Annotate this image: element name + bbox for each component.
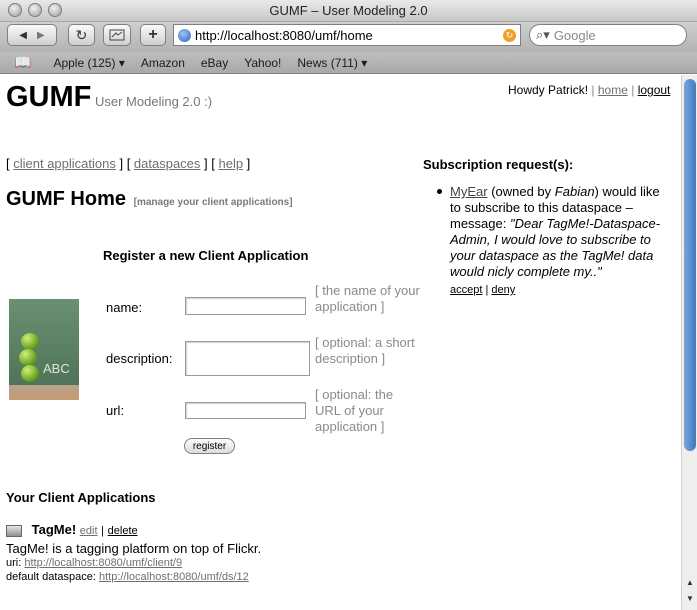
client-app-dataspace-row: default dataspace: http://localhost:8080…	[6, 571, 249, 583]
bookmark-yahoo[interactable]: Yahoo!	[244, 56, 281, 70]
subscriptions-title: Subscription request(s):	[423, 157, 574, 172]
scroll-up-arrow-icon[interactable]: ▲	[682, 575, 697, 589]
greeting-text: Howdy Patrick!	[508, 83, 589, 97]
main-nav: [ client applications ] [ dataspaces ] […	[6, 156, 251, 171]
subscription-request: MyEar (owned by Fabian) would like to su…	[450, 184, 672, 298]
client-app-dataspace-link[interactable]: http://localhost:8080/umf/ds/12	[99, 571, 249, 583]
address-input[interactable]: http://localhost:8080/umf/home	[195, 28, 503, 43]
browser-toolbar: ◀ ▶ ↻ + http://localhost:8080/umf/home ↻…	[0, 22, 697, 52]
globe-icon	[178, 28, 191, 42]
client-app-description: TagMe! is a tagging platform on top of F…	[6, 541, 262, 556]
subscription-actions: accept | deny	[450, 284, 516, 296]
plus-icon: +	[148, 26, 158, 43]
home-link[interactable]: home	[598, 83, 628, 97]
bookmark-amazon[interactable]: Amazon	[141, 56, 185, 70]
client-app-uri-link[interactable]: http://localhost:8080/umf/client/9	[24, 557, 182, 569]
logout-link[interactable]: logout	[638, 83, 671, 97]
bookmarks-bar: 📖 Apple (125) ▾ Amazon eBay Yahoo! News …	[0, 52, 697, 74]
snapback-icon	[109, 29, 125, 41]
manage-apps-link[interactable]: [manage your client applications]	[134, 197, 293, 208]
description-hint: [ optional: a short description ]	[315, 335, 415, 366]
nav-help[interactable]: help	[218, 156, 243, 171]
nav-client-applications[interactable]: client applications	[13, 156, 116, 171]
window-title: GUMF – User Modeling 2.0	[269, 3, 428, 18]
window-titlebar: GUMF – User Modeling 2.0	[0, 0, 697, 22]
user-menu: Howdy Patrick! | home | logout	[508, 83, 671, 97]
search-placeholder: Google	[553, 27, 596, 43]
url-hint: [ optional: the URL of your application …	[315, 387, 394, 434]
url-input[interactable]	[185, 402, 306, 419]
client-apps-title: Your Client Applications	[6, 490, 156, 505]
nav-dataspaces[interactable]: dataspaces	[134, 156, 201, 171]
apple-image	[21, 333, 39, 350]
bookmark-ebay[interactable]: eBay	[201, 56, 228, 70]
client-app-edit-link[interactable]: edit	[80, 525, 98, 537]
chalkboard-apples-image: ABC	[9, 299, 79, 400]
back-forward-buttons[interactable]: ◀ ▶	[7, 24, 57, 46]
site-logo: GUMF	[6, 81, 92, 113]
search-icon: ⌕▾	[536, 27, 550, 42]
scrollbar-thumb[interactable]	[684, 79, 696, 451]
client-app-name: TagMe!	[31, 522, 77, 537]
client-app-item: TagMe! edit | delete	[6, 522, 138, 537]
accept-link[interactable]: accept	[450, 284, 482, 296]
reload-icon: ↻	[75, 26, 88, 43]
reload-button[interactable]: ↻	[68, 24, 95, 46]
description-textarea[interactable]	[185, 341, 310, 376]
snapback-button[interactable]	[103, 24, 131, 46]
client-app-delete-link[interactable]: delete	[108, 525, 138, 537]
subscription-app-link[interactable]: MyEar	[450, 184, 488, 199]
site-header: GUMF User Modeling 2.0 :)	[6, 81, 212, 114]
name-hint: [ the name of your application ]	[315, 283, 420, 314]
forward-arrow-icon[interactable]: ▶	[37, 30, 45, 41]
search-input[interactable]: ⌕▾ Google	[529, 24, 687, 46]
deny-link[interactable]: deny	[491, 284, 515, 296]
apple-image	[21, 365, 39, 382]
back-arrow-icon[interactable]: ◀	[19, 30, 27, 41]
description-label: description:	[106, 351, 173, 366]
chalkboard-text: ABC	[43, 361, 70, 376]
register-button[interactable]: register	[184, 438, 235, 454]
scroll-down-arrow-icon[interactable]: ▼	[682, 591, 697, 605]
page-content: GUMF User Modeling 2.0 :) Howdy Patrick!…	[0, 75, 681, 610]
rss-icon[interactable]: ↻	[503, 28, 516, 42]
apple-image	[19, 349, 37, 366]
bookmark-apple[interactable]: Apple (125) ▾	[53, 56, 124, 70]
site-tagline: User Modeling 2.0 :)	[95, 94, 213, 109]
add-bookmark-button[interactable]: +	[140, 24, 166, 46]
name-label: name:	[106, 300, 143, 315]
list-bullet	[437, 189, 442, 194]
name-input[interactable]	[185, 297, 306, 315]
page-title-row: GUMF Home [manage your client applicatio…	[6, 188, 293, 211]
application-icon	[6, 524, 22, 537]
bookmark-news[interactable]: News (711) ▾	[297, 56, 367, 70]
client-app-uri-row: uri: http://localhost:8080/umf/client/9	[6, 557, 183, 569]
vertical-scrollbar[interactable]: ▲ ▼	[681, 75, 697, 610]
bookmarks-book-icon[interactable]: 📖	[14, 54, 31, 71]
url-label: url:	[106, 403, 125, 418]
register-title: Register a new Client Application	[103, 248, 309, 263]
subscription-owner: Fabian	[554, 184, 595, 199]
page-title: GUMF Home	[6, 188, 126, 210]
address-bar[interactable]: http://localhost:8080/umf/home ↻	[173, 24, 521, 46]
